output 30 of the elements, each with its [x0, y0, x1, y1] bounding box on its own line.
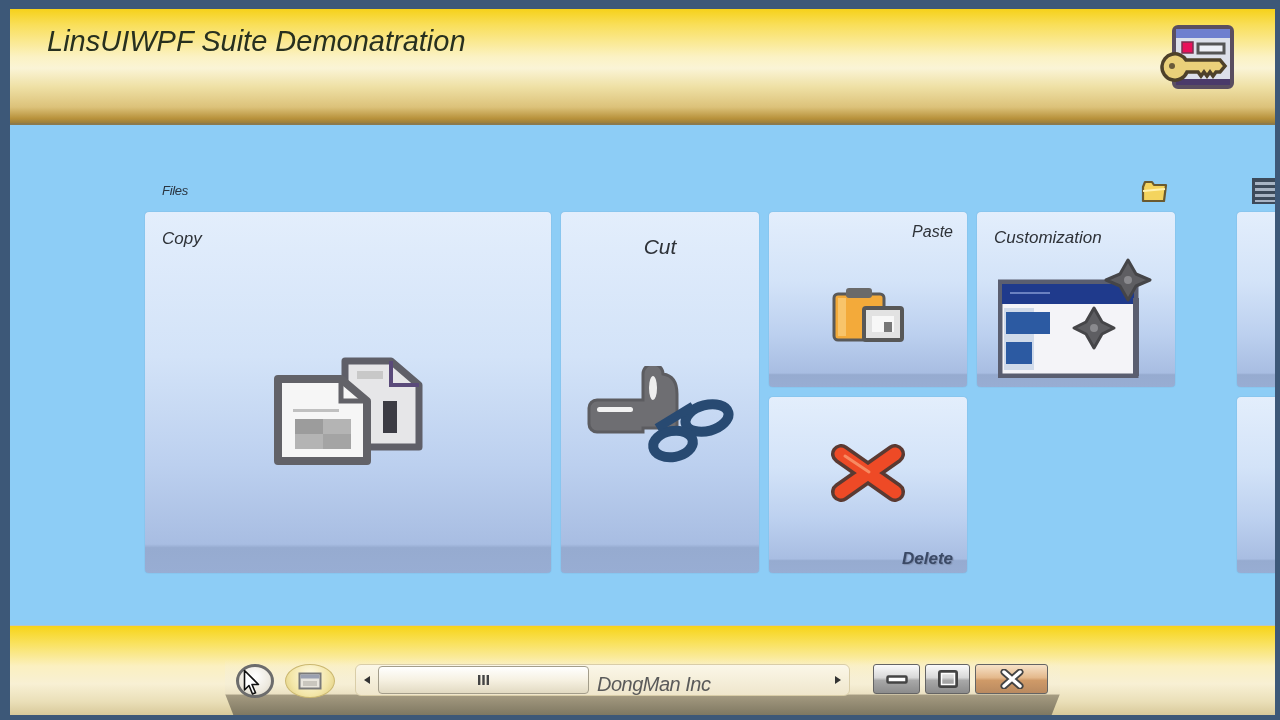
close-button[interactable]	[975, 664, 1048, 694]
delete-tile[interactable]: Delete	[769, 397, 967, 573]
caret-right-icon	[835, 676, 841, 684]
close-icon	[999, 669, 1024, 689]
window-title: LinsUIWPF Suite Demonatration	[47, 24, 466, 59]
group-label: Files	[161, 182, 188, 201]
scrollbar-thumb[interactable]	[378, 666, 589, 694]
paste-tile[interactable]: Paste	[769, 212, 967, 387]
folder-icon	[1140, 178, 1168, 204]
window-move-icon	[998, 257, 1154, 378]
tile[interactable]	[1237, 397, 1275, 573]
mouse-cursor-icon	[243, 669, 261, 696]
clipboard-icon	[832, 286, 904, 343]
window-key-icon[interactable]	[1158, 24, 1235, 91]
company-name: DongMan Inc	[597, 672, 711, 697]
documents-icon	[273, 357, 423, 466]
minimize-icon	[885, 674, 908, 684]
caret-left-icon	[364, 676, 370, 684]
list-icon	[1252, 178, 1275, 204]
maximize-icon	[937, 670, 958, 688]
copy-tile[interactable]: Copy	[145, 212, 551, 573]
grip-icon	[478, 675, 489, 685]
window-button[interactable]	[285, 664, 335, 698]
tile[interactable]	[1237, 212, 1275, 387]
cross-icon	[829, 443, 907, 502]
minimize-button[interactable]	[873, 664, 920, 694]
window-icon	[298, 672, 322, 690]
maximize-button[interactable]	[925, 664, 970, 694]
customization-tile[interactable]: Customization	[977, 212, 1175, 387]
cut-tile[interactable]: Cut	[561, 212, 759, 573]
